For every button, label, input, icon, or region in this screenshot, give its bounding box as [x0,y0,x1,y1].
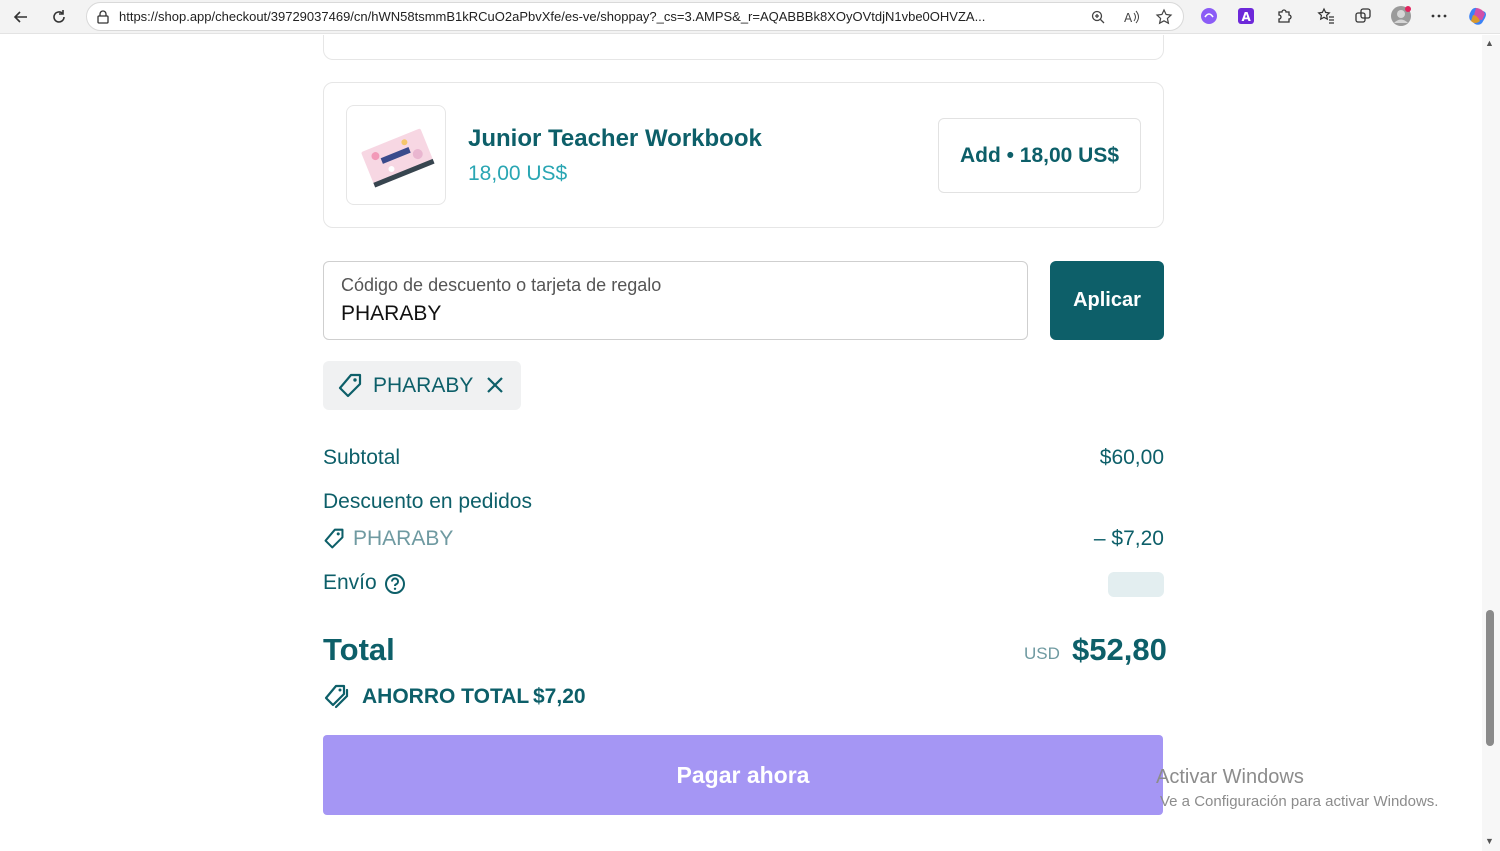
shipping-row: Envío [323,571,1164,597]
subtotal-value: $60,00 [1099,446,1164,469]
subtotal-row: Subtotal $60,00 [323,446,1164,470]
applied-discount-code: PHARABY [373,374,474,397]
profile-avatar-icon[interactable] [1390,5,1412,27]
shipping-loading-placeholder [1108,572,1164,597]
scrollbar-thumb[interactable] [1486,610,1494,746]
total-value: $52,80 [1072,632,1167,667]
collections-icon[interactable] [1352,5,1374,27]
remove-discount-close-icon[interactable] [483,373,507,402]
address-bar[interactable]: https://shop.app/checkout/39729037469/cn… [86,2,1184,31]
extension-a-icon[interactable]: A [1235,5,1257,27]
tag-icon [323,528,345,556]
url-text[interactable]: https://shop.app/checkout/39729037469/cn… [119,9,1119,24]
order-discount-label: Descuento en pedidos [323,490,532,513]
discount-code-name: PHARABY [353,527,454,550]
read-aloud-icon[interactable]: A [1123,8,1141,26]
favorite-star-icon[interactable] [1155,8,1173,26]
product-name[interactable]: Junior Teacher Workbook [468,125,762,153]
savings-label: AHORRO TOTAL [362,685,530,708]
zoom-icon[interactable] [1089,8,1107,26]
savings-amount: $7,20 [533,685,586,708]
shipping-label: Envío [323,571,377,594]
svg-text:A: A [1242,10,1252,24]
checkout-page: Junior Teacher Workbook 18,00 US$ Add • … [0,35,1482,851]
favorites-icon[interactable] [1315,5,1337,27]
subtotal-label: Subtotal [323,446,401,469]
tag-icon [337,373,363,404]
refresh-icon[interactable] [46,4,72,30]
more-menu-icon[interactable] [1428,5,1450,27]
extension-icon[interactable] [1198,5,1220,27]
order-discount-row: Descuento en pedidos [323,490,1164,514]
back-icon[interactable] [8,4,34,30]
browser-toolbar: https://shop.app/checkout/39729037469/cn… [0,0,1500,34]
discount-code-input[interactable] [341,302,991,326]
discount-code-label: Código de descuento o tarjeta de regalo [341,275,662,295]
extensions-puzzle-icon[interactable] [1273,5,1295,27]
apply-discount-button[interactable]: Aplicar [1050,261,1164,340]
product-thumbnail [346,105,446,205]
lock-icon[interactable] [95,9,111,25]
help-question-icon[interactable] [384,573,406,601]
copilot-icon[interactable] [1467,5,1489,27]
savings-tags-icon [323,683,351,717]
discount-code-field[interactable]: Código de descuento o tarjeta de regalo [323,261,1028,340]
add-product-button[interactable]: Add • 18,00 US$ [938,118,1141,193]
windows-activation-subtitle: Ve a Configuración para activar Windows. [1160,793,1439,810]
product-card: Junior Teacher Workbook 18,00 US$ Add • … [323,82,1164,228]
applied-discount-chip: PHARABY [323,361,521,410]
discount-amount: – $7,20 [1093,527,1164,550]
total-label: Total [323,632,395,667]
product-price: 18,00 US$ [468,162,568,185]
scroll-up-arrow-icon[interactable]: ▲ [1485,38,1494,48]
scroll-down-arrow-icon[interactable]: ▼ [1485,836,1494,846]
svg-text:A: A [1124,11,1133,25]
pay-now-button[interactable]: Pagar ahora [323,735,1163,815]
previous-product-card [323,35,1164,60]
total-currency: USD [1024,644,1060,663]
windows-activation-title: Activar Windows [1156,766,1304,788]
